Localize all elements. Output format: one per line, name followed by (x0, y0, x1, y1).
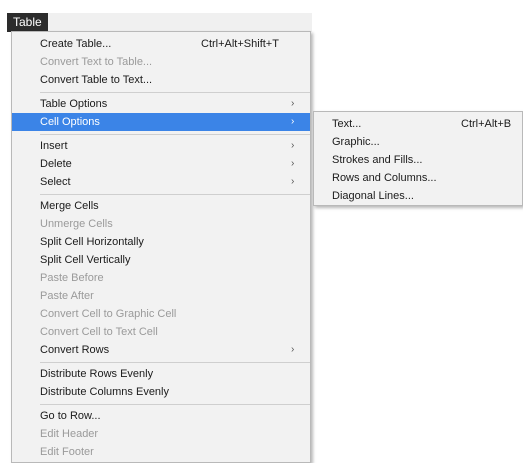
menu-item-split-cell-vertically[interactable]: Split Cell Vertically (12, 251, 310, 269)
menu-item-label: Split Cell Horizontally (40, 236, 144, 248)
menu-item-label: Edit Footer (40, 446, 94, 458)
menu-item-convert-rows[interactable]: Convert Rows › (12, 341, 310, 359)
menu-item-convert-cell-to-graphic-cell: Convert Cell to Graphic Cell (12, 305, 310, 323)
menu-item-label: Paste After (40, 290, 94, 302)
menu-item-convert-text-to-table: Convert Text to Table... (12, 53, 310, 71)
chevron-right-icon: › (291, 140, 295, 151)
submenu-item-text[interactable]: Text... Ctrl+Alt+B (314, 115, 522, 133)
menu-item-label: Distribute Columns Evenly (40, 386, 169, 398)
submenu-item-label: Text... (332, 118, 362, 130)
menu-item-label: Unmerge Cells (40, 218, 113, 230)
menu-item-label: Paste Before (40, 272, 104, 284)
menu-item-label: Cell Options (40, 116, 100, 128)
chevron-right-icon: › (291, 98, 295, 109)
chevron-right-icon: › (291, 158, 295, 169)
menu-item-unmerge-cells: Unmerge Cells (12, 215, 310, 233)
menu-item-label: Edit Header (40, 428, 99, 440)
submenu-item-strokes-and-fills[interactable]: Strokes and Fills... (314, 151, 522, 169)
menu-item-label: Convert Cell to Graphic Cell (40, 308, 177, 320)
menu-item-convert-cell-to-text-cell: Convert Cell to Text Cell (12, 323, 310, 341)
menu-item-edit-header: Edit Header (12, 425, 310, 443)
menu-item-label: Select (40, 176, 71, 188)
menu-separator (40, 404, 310, 405)
menu-item-shortcut: Ctrl+Alt+Shift+T (201, 38, 279, 50)
submenu-item-diagonal-lines[interactable]: Diagonal Lines... (314, 187, 522, 205)
chevron-right-icon: › (291, 176, 295, 187)
menu-item-label: Distribute Rows Evenly (40, 368, 154, 380)
menu-item-split-cell-horizontally[interactable]: Split Cell Horizontally (12, 233, 310, 251)
menu-item-label: Delete (40, 158, 72, 170)
menu-item-merge-cells[interactable]: Merge Cells (12, 197, 310, 215)
chevron-right-icon: › (291, 116, 295, 127)
menu-item-label: Go to Row... (40, 410, 101, 422)
menu-separator (40, 362, 310, 363)
menu-item-go-to-row[interactable]: Go to Row... (12, 407, 310, 425)
menu-item-delete[interactable]: Delete › (12, 155, 310, 173)
menu-item-label: Create Table... (40, 38, 112, 50)
menu-item-create-table[interactable]: Create Table... Ctrl+Alt+Shift+T (12, 35, 310, 53)
menu-item-cell-options[interactable]: Cell Options › (12, 113, 310, 131)
menu-title-table[interactable]: Table (7, 13, 48, 32)
submenu-item-label: Rows and Columns... (332, 172, 437, 184)
menu-item-label: Insert (40, 140, 68, 152)
chevron-right-icon: › (291, 344, 295, 355)
submenu-item-label: Graphic... (332, 136, 380, 148)
menu-item-label: Table Options (40, 98, 108, 110)
menu-item-label: Convert Table to Text... (40, 74, 153, 86)
menu-separator (40, 134, 310, 135)
menu-item-insert[interactable]: Insert › (12, 137, 310, 155)
menu-separator (40, 194, 310, 195)
menu-item-label: Convert Rows (40, 344, 110, 356)
menu-item-label: Convert Cell to Text Cell (40, 326, 158, 338)
menu-item-paste-before: Paste Before (12, 269, 310, 287)
menu-item-label: Convert Text to Table... (40, 56, 153, 68)
cell-options-submenu: Text... Ctrl+Alt+B Graphic... Strokes an… (313, 111, 523, 206)
menu-item-paste-after: Paste After (12, 287, 310, 305)
menu-item-distribute-columns-evenly[interactable]: Distribute Columns Evenly (12, 383, 310, 401)
menu-item-select[interactable]: Select › (12, 173, 310, 191)
menu-item-distribute-rows-evenly[interactable]: Distribute Rows Evenly (12, 365, 310, 383)
submenu-item-label: Diagonal Lines... (332, 190, 414, 202)
submenu-item-label: Strokes and Fills... (332, 154, 423, 166)
menu-item-edit-footer: Edit Footer (12, 443, 310, 461)
table-menu: Create Table... Ctrl+Alt+Shift+T Convert… (11, 31, 311, 463)
menu-item-label: Split Cell Vertically (40, 254, 131, 266)
menu-item-convert-table-to-text[interactable]: Convert Table to Text... (12, 71, 310, 89)
menu-separator (40, 92, 310, 93)
submenu-item-shortcut: Ctrl+Alt+B (461, 118, 512, 130)
menu-item-label: Merge Cells (40, 200, 99, 212)
menu-item-table-options[interactable]: Table Options › (12, 95, 310, 113)
menubar (7, 13, 312, 32)
submenu-item-rows-and-columns[interactable]: Rows and Columns... (314, 169, 522, 187)
submenu-item-graphic[interactable]: Graphic... (314, 133, 522, 151)
